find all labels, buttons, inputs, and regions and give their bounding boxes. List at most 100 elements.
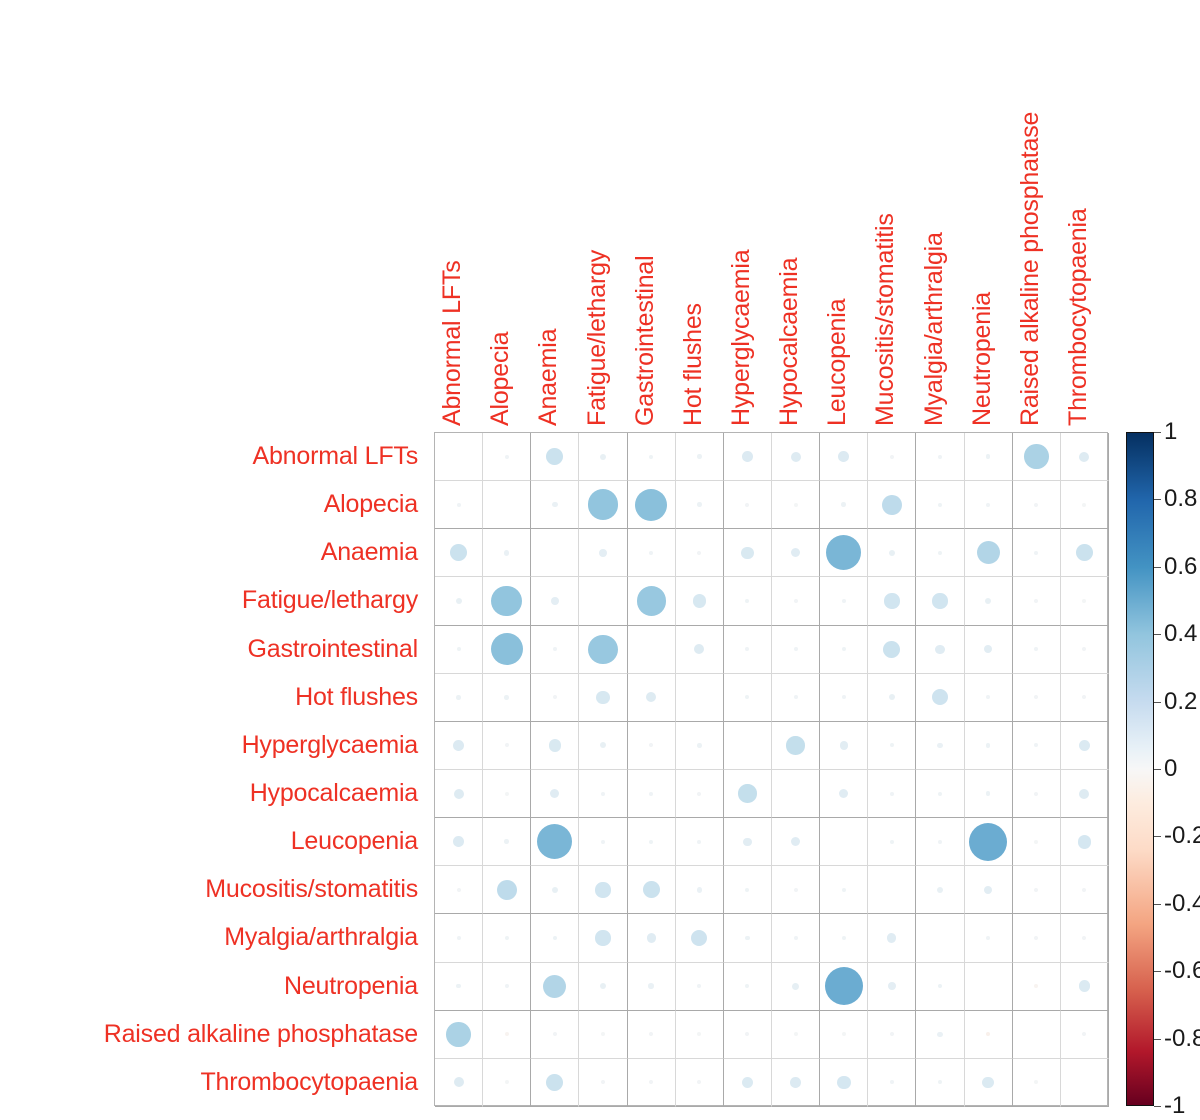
correlation-dot [552, 647, 557, 652]
colorbar-tick-label: 0.4 [1164, 620, 1198, 648]
colorbar-tick [1154, 432, 1161, 433]
matrix-cell [1012, 962, 1061, 1011]
correlation-dot [588, 634, 618, 664]
row-label: Hot flushes [295, 682, 418, 711]
matrix-cell [579, 770, 628, 819]
column-label: Gastrointestinal [631, 256, 660, 427]
matrix-cell [1012, 577, 1061, 626]
row-labels: Abnormal LFTs Alopecia Anaemia Fatigue/leth… [0, 432, 426, 1106]
correlation-dot [745, 695, 750, 700]
matrix-cell [483, 914, 532, 963]
correlation-dot [745, 935, 750, 941]
correlation-dot [793, 647, 798, 652]
matrix-cell [1060, 577, 1109, 626]
correlation-dot [646, 933, 656, 943]
correlation-dot [599, 742, 607, 749]
correlation-dot [1034, 791, 1039, 796]
correlation-dot [1078, 980, 1091, 992]
matrix-cell [916, 721, 965, 770]
correlation-dot [691, 929, 708, 947]
correlation-dot [836, 1075, 851, 1090]
matrix-cell [1060, 529, 1109, 578]
column-label: Hypocalcaemia [775, 258, 804, 426]
matrix-cell [820, 1010, 869, 1059]
correlation-dot [1034, 647, 1039, 652]
matrix-cell [579, 625, 628, 674]
matrix-cell [675, 625, 724, 674]
matrix-cell [964, 673, 1013, 722]
correlation-dot [551, 597, 559, 605]
matrix-cell [1060, 721, 1109, 770]
matrix-cell [627, 673, 676, 722]
matrix-cell [435, 962, 484, 1011]
matrix-cell [531, 673, 580, 722]
correlation-dot [790, 1077, 801, 1088]
correlation-dot [453, 740, 464, 751]
correlation-dot [504, 454, 509, 459]
colorbar-tick-label: -0.2 [1164, 822, 1200, 850]
correlation-dot [456, 935, 461, 940]
matrix-cell [627, 770, 676, 819]
correlation-dot [453, 788, 464, 799]
correlation-dot [600, 1032, 605, 1037]
correlation-dot [595, 882, 611, 898]
row-label: Thrombocytopaenia [200, 1067, 418, 1096]
matrix-cell [675, 433, 724, 482]
row-label: Anaemia [320, 538, 418, 567]
column-label: Mucositis/stomatitis [871, 213, 900, 426]
matrix-cell [723, 577, 772, 626]
matrix-cell [772, 721, 821, 770]
matrix-cell [916, 577, 965, 626]
correlation-dot [841, 887, 846, 892]
correlation-dot [696, 743, 702, 748]
matrix-cell [1060, 1058, 1109, 1107]
matrix-cell [579, 914, 628, 963]
matrix-cell [964, 818, 1013, 867]
matrix-cell [483, 962, 532, 1011]
matrix-cell [627, 914, 676, 963]
matrix-cell [675, 818, 724, 867]
matrix-cell [723, 433, 772, 482]
matrix-cell [1060, 481, 1109, 530]
correlation-matrix-plot: Abnormal LFTs Alopecia Anaemia Fatigue/leth… [0, 0, 1200, 1119]
correlation-dot [446, 1022, 471, 1047]
matrix-cell [483, 673, 532, 722]
correlation-dot [504, 1080, 509, 1085]
correlation-dot [646, 692, 657, 703]
matrix-cell [435, 818, 484, 867]
matrix-cell [627, 625, 676, 674]
correlation-dot [648, 983, 654, 989]
matrix-cell [627, 866, 676, 915]
matrix-cell [868, 770, 917, 819]
correlation-dot [1082, 1032, 1087, 1037]
correlation-dot [985, 597, 992, 605]
matrix-cell [868, 529, 917, 578]
matrix-cell [675, 914, 724, 963]
matrix-cell [723, 818, 772, 867]
correlation-dot [692, 594, 706, 608]
correlation-dot [635, 488, 668, 521]
matrix-cell [1060, 1010, 1109, 1059]
correlation-dot [550, 788, 560, 799]
matrix-cell [916, 914, 965, 963]
colorbar-tick-label: 0 [1164, 755, 1178, 782]
matrix-cell [483, 818, 532, 867]
correlation-dot [548, 739, 561, 752]
matrix-cell [820, 433, 869, 482]
correlation-dot [986, 502, 991, 507]
row-label: Mucositis/stomatitis [205, 875, 418, 904]
correlation-dot [1034, 887, 1039, 892]
correlation-dot [649, 1080, 654, 1085]
correlation-dot [826, 535, 862, 571]
correlation-dot [450, 544, 467, 562]
correlation-dot [552, 1032, 557, 1037]
correlation-dot [1082, 935, 1087, 940]
matrix-cell [435, 625, 484, 674]
matrix-cell [675, 962, 724, 1011]
correlation-dot [738, 784, 757, 803]
correlation-dot [931, 689, 949, 706]
matrix-cell [435, 433, 484, 482]
matrix-cell [531, 529, 580, 578]
column-label-text: Myalgia/arthralgia [919, 232, 948, 426]
correlation-dot [786, 736, 805, 755]
